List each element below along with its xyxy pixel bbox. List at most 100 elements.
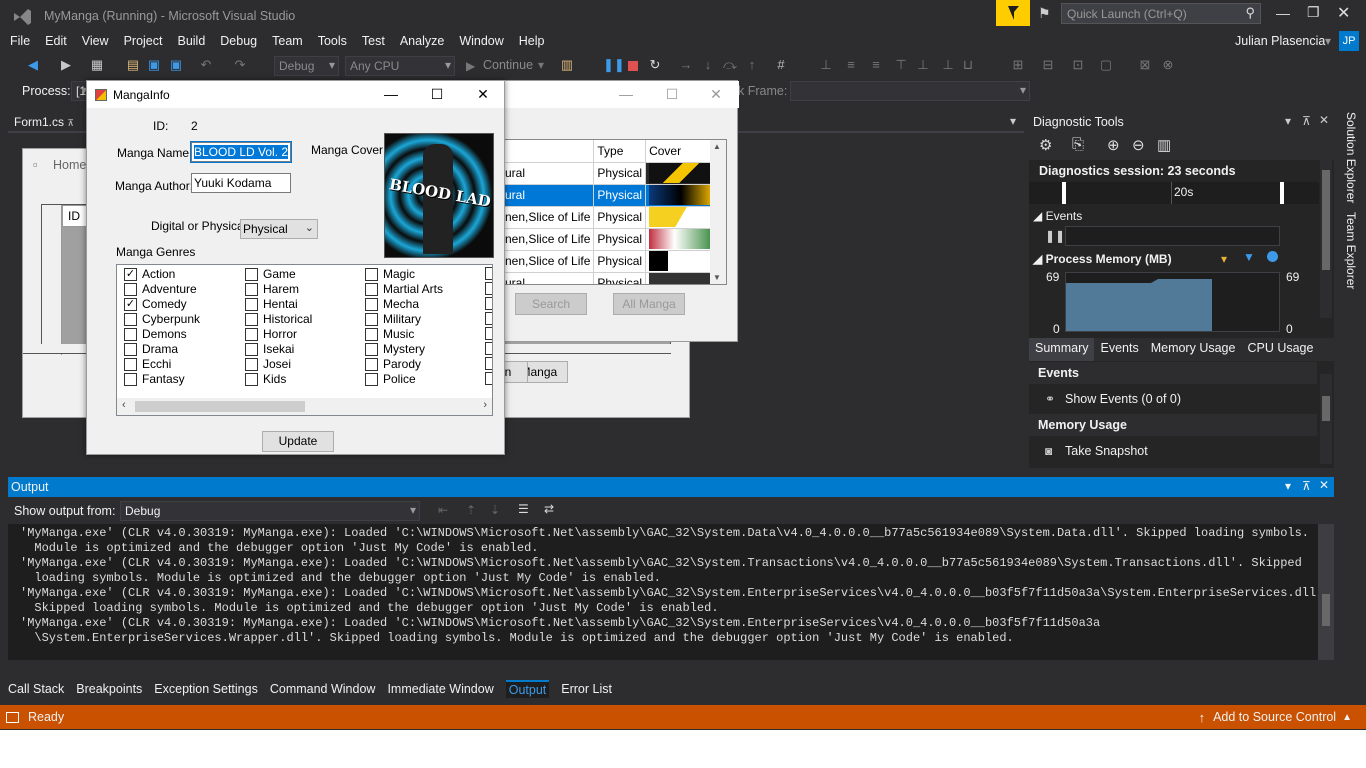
genre-checkbox[interactable]: Historical <box>245 312 312 326</box>
genre-checkbox[interactable]: Harem <box>245 282 299 296</box>
manga-author-field[interactable]: Yuuki Kodama <box>191 173 291 193</box>
tab-cpu-usage[interactable]: CPU Usage <box>1241 338 1319 361</box>
search-button[interactable]: Search <box>515 293 587 315</box>
menu-file[interactable]: File <box>10 34 30 48</box>
lock-controls-icon[interactable]: ⊗ <box>1160 57 1176 73</box>
tab-command-window[interactable]: Command Window <box>270 680 376 698</box>
genre-checkbox[interactable]: Mystery <box>365 342 425 356</box>
align-top-icon[interactable]: ⊤ <box>893 57 909 73</box>
user-chevron-icon[interactable]: ▾ <box>1325 34 1331 48</box>
genres-hscrollbar[interactable]: ‹ › <box>117 398 492 415</box>
menu-tools[interactable]: Tools <box>318 34 347 48</box>
menu-view[interactable]: View <box>82 34 109 48</box>
checkbox-box[interactable] <box>124 282 137 296</box>
vertical-spacing-icon[interactable]: ⊟ <box>1040 57 1056 73</box>
diag-pin-icon[interactable]: ⊼ <box>1302 114 1311 128</box>
tab-order-icon[interactable]: ⊠ <box>1137 57 1153 73</box>
menu-build[interactable]: Build <box>177 34 205 48</box>
genre-checkbox[interactable]: ✓ Action <box>124 267 175 281</box>
diag-timeline[interactable]: 20s <box>1029 182 1319 204</box>
menu-edit[interactable]: Edit <box>45 34 67 48</box>
grid-cell-type[interactable]: Physical <box>593 250 647 273</box>
scroll-left-icon[interactable]: ‹ <box>122 399 126 411</box>
output-dropdown-icon[interactable]: ▾ <box>1285 479 1291 493</box>
grid-cell-genre[interactable]: nen,Slice of Life <box>502 206 595 229</box>
menu-window[interactable]: Window <box>459 34 503 48</box>
grid-header-genres[interactable] <box>502 140 595 163</box>
table-row[interactable]: ural Physical <box>502 272 718 284</box>
tab-error-list[interactable]: Error List <box>561 680 612 698</box>
grid-cell-cover[interactable] <box>645 272 718 284</box>
genre-checkbox[interactable]: Horror <box>245 327 297 341</box>
checkbox-box[interactable] <box>485 267 492 280</box>
genre-checkbox[interactable]: Parody <box>365 357 421 371</box>
grid-header-cover[interactable]: Cover <box>645 140 718 163</box>
checkbox-box[interactable] <box>365 372 378 386</box>
checkbox-box[interactable] <box>124 312 137 326</box>
checkbox-box[interactable] <box>365 312 378 326</box>
checkbox-box[interactable] <box>245 297 258 311</box>
avatar[interactable]: JP <box>1339 31 1359 51</box>
next-message-icon[interactable]: ⇣ <box>490 503 500 517</box>
scroll-thumb[interactable] <box>135 401 305 412</box>
select-tools-icon[interactable]: ⎘ <box>1072 136 1084 153</box>
checkbox-box[interactable] <box>365 267 378 281</box>
genre-checkbox[interactable]: Fantasy <box>124 372 185 386</box>
menu-test[interactable]: Test <box>362 34 385 48</box>
checkbox-box[interactable] <box>245 357 258 371</box>
table-row[interactable]: ural Physical <box>502 184 718 207</box>
find-message-icon[interactable]: ⇤ <box>438 503 448 517</box>
genre-checkbox[interactable]: Game <box>245 267 296 281</box>
source-control-chevron-icon[interactable]: ▲ <box>1342 712 1352 723</box>
grid-cell-type[interactable]: Physical <box>593 206 647 229</box>
genre-checkbox[interactable]: Martial Arts <box>365 282 443 296</box>
tab-summary[interactable]: Summary <box>1029 338 1095 361</box>
platform-select[interactable]: Any CPU <box>345 56 455 76</box>
checkbox-box[interactable] <box>365 342 378 356</box>
continue-button[interactable]: Continue <box>483 58 533 72</box>
timeline-left-handle[interactable] <box>1062 182 1066 204</box>
forward-icon[interactable]: ▶ <box>58 57 74 73</box>
word-wrap-icon[interactable]: ⇄ <box>544 502 554 516</box>
scroll-down-icon[interactable]: ▼ <box>713 273 721 282</box>
checkbox-box[interactable] <box>365 297 378 311</box>
hex-display-icon[interactable]: # <box>773 57 789 73</box>
checkbox-box[interactable] <box>485 342 492 355</box>
output-text-area[interactable]: 'MyManga.exe' (CLR v4.0.30319: MyManga.e… <box>8 524 1334 660</box>
pin-icon[interactable]: ⊼ <box>67 118 74 128</box>
genre-checkbox-partial[interactable] <box>485 267 492 280</box>
tab-overflow-icon[interactable]: ▾ <box>1010 114 1016 128</box>
take-snapshot-button[interactable]: Take Snapshot <box>1065 444 1148 458</box>
genre-checkbox[interactable]: Isekai <box>245 342 294 356</box>
config-select[interactable]: Debug <box>274 56 339 76</box>
grid-cell-type[interactable]: Physical <box>593 272 647 284</box>
checkbox-box[interactable] <box>485 327 492 340</box>
grid-cell-type[interactable]: Physical <box>593 184 647 207</box>
table-row[interactable]: ural Physical <box>502 162 718 185</box>
genre-checkbox[interactable]: Cyberpunk <box>124 312 200 326</box>
genre-checkbox[interactable]: Magic <box>365 267 415 281</box>
checkbox-box[interactable] <box>245 267 258 281</box>
tab-immediate-window[interactable]: Immediate Window <box>387 680 493 698</box>
table-row[interactable]: nen,Slice of Life Physical <box>502 206 718 229</box>
genre-checkbox[interactable]: Police <box>365 372 416 386</box>
open-folder-icon[interactable]: ▤ <box>125 57 141 73</box>
pause-icon[interactable]: ❚❚ <box>603 57 625 73</box>
diag-bottom-scroll-thumb[interactable] <box>1322 396 1330 421</box>
output-hscrollbar[interactable] <box>8 660 1334 674</box>
new-project-icon[interactable]: ▦ <box>89 57 105 73</box>
menu-debug[interactable]: Debug <box>220 34 257 48</box>
restore-button[interactable]: ❐ <box>1307 4 1320 21</box>
checkbox-box[interactable] <box>245 327 258 341</box>
diag-top-scrollbar[interactable] <box>1320 148 1332 318</box>
zoom-out-icon[interactable]: ⊖ <box>1132 136 1145 154</box>
scroll-right-icon[interactable]: › <box>483 399 487 411</box>
quick-launch-input[interactable]: Quick Launch (Ctrl+Q) ⚲ <box>1061 3 1261 24</box>
checkbox-box[interactable] <box>245 312 258 326</box>
solution-explorer-tab[interactable]: Solution Explorer <box>1344 112 1358 203</box>
genre-checkbox-partial[interactable] <box>485 282 492 295</box>
attach-icon[interactable]: ▥ <box>559 57 575 73</box>
all-manga-button[interactable]: All Manga <box>613 293 685 315</box>
checkbox-box[interactable] <box>485 297 492 310</box>
grid-cell-type[interactable]: Physical <box>593 228 647 251</box>
